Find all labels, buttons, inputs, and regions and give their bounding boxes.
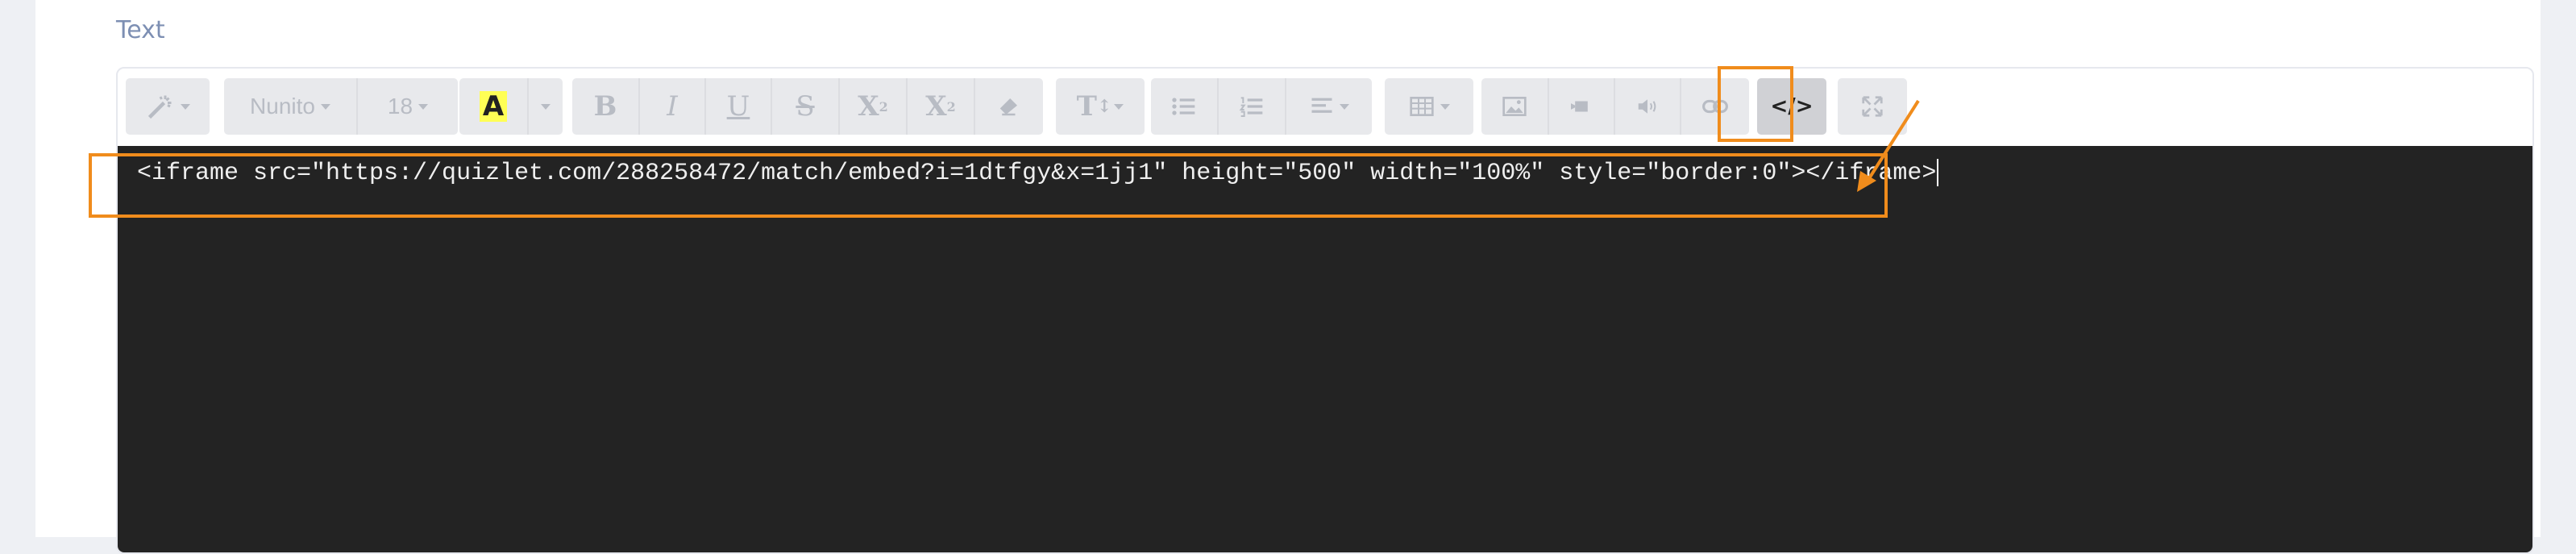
annotation-arrow-icon [1857,99,1920,192]
content-card: Text Nunito 18 A B I U S X 2 X 2 T ↕ </>… [35,0,2541,554]
